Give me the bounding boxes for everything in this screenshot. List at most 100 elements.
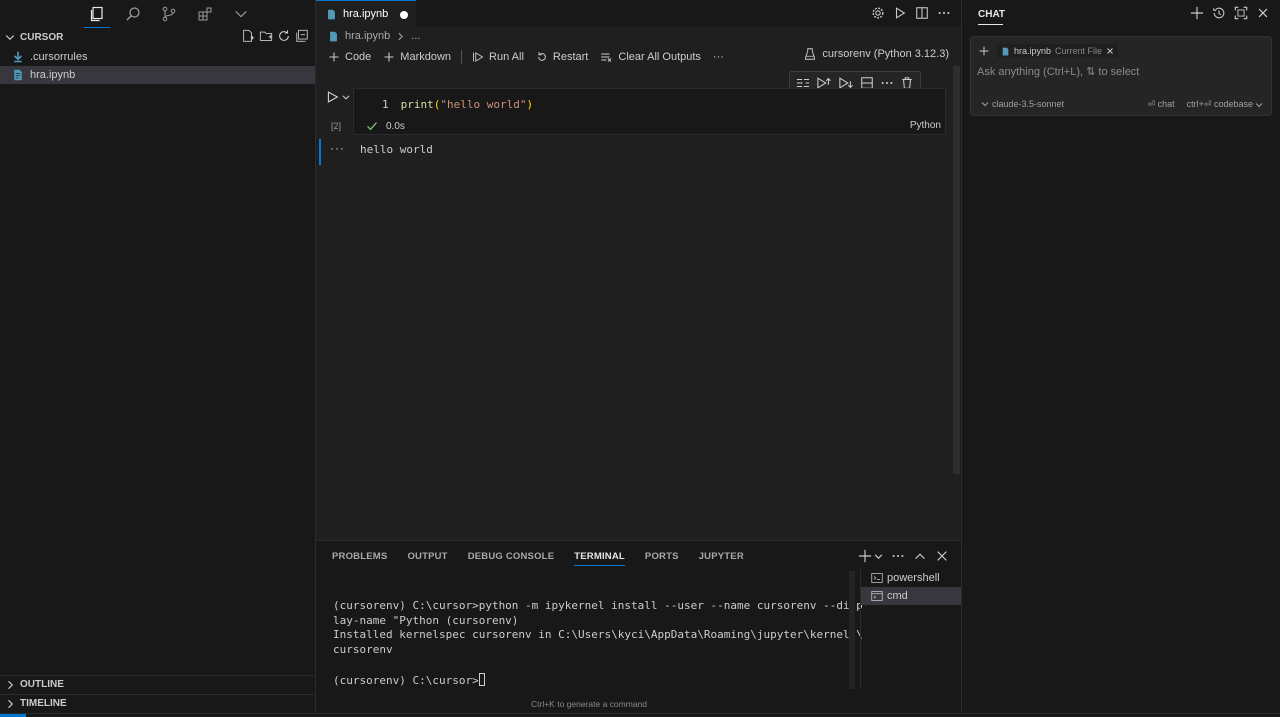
add-markdown-cell-button[interactable]: Markdown — [379, 47, 455, 67]
model-selector[interactable]: claude-3.5-sonnet — [981, 99, 1064, 109]
clear-outputs-label: Clear All Outputs — [618, 51, 701, 63]
editor-area: hra.ipynb hra.ipynb ... Code Markdown Ru… — [316, 0, 961, 540]
unsaved-dot-icon[interactable] — [400, 11, 408, 19]
restart-button[interactable]: Restart — [532, 47, 592, 67]
markdown-label: Markdown — [400, 51, 452, 63]
editor-tab-bar: hra.ipynb — [316, 0, 961, 27]
code-paren-close: ) — [526, 98, 534, 111]
terminal-line: (cursorenv) C:\cursor>python -m ipykerne… — [333, 599, 863, 612]
restart-label: Restart — [552, 51, 589, 63]
breadcrumb: hra.ipynb ... — [316, 27, 961, 45]
terminal-item-powershell[interactable]: powershell — [861, 569, 961, 587]
file-item-cursorrules[interactable]: .cursorrules — [0, 48, 315, 66]
editor-scrollbar[interactable] — [953, 66, 960, 474]
file-item-hra-ipynb[interactable]: hra.ipynb — [0, 66, 315, 84]
maximize-panel-icon[interactable] — [913, 549, 927, 563]
chevron-down-icon[interactable] — [341, 90, 351, 104]
explorer-tab[interactable] — [84, 0, 110, 28]
clear-all-icon — [601, 53, 612, 62]
terminal-line: Installed kernelspec cursorenv in C:\Use… — [333, 628, 863, 642]
run-all-label: Run All — [489, 51, 524, 63]
file-name: hra.ipynb — [30, 69, 76, 81]
terminal-list: powershell cmd — [860, 569, 961, 689]
search-tab[interactable] — [120, 0, 146, 28]
notebook-toolbar: Code Markdown Run All Restart Clear All … — [316, 45, 961, 69]
editor-tab-hra-ipynb[interactable]: hra.ipynb — [316, 0, 416, 27]
chat-context-row: hra.ipynb Current File — [979, 44, 1119, 58]
cell-run-controls — [326, 90, 351, 104]
clear-all-outputs-button[interactable]: Clear All Outputs — [596, 47, 705, 67]
source-control-icon — [162, 6, 176, 22]
new-terminal-icon[interactable] — [858, 549, 872, 563]
tab-jupyter[interactable]: JUPYTER — [699, 541, 744, 571]
extensions-tab[interactable] — [192, 0, 218, 28]
chat-submit-hint[interactable]: ⏎ chat — [1148, 99, 1175, 110]
outline-section-header[interactable]: OUTLINE — [0, 675, 316, 693]
chat-title[interactable]: CHAT — [978, 9, 1005, 20]
source-control-tab[interactable] — [156, 0, 182, 28]
terminal-output[interactable]: (cursorenv) C:\cursor>python -m ipykerne… — [333, 599, 863, 688]
code-string: "hello world" — [440, 98, 527, 111]
kernel-icon — [805, 48, 816, 60]
more-actions-icon[interactable] — [891, 549, 905, 563]
cell-language[interactable]: Python — [910, 120, 941, 131]
more-views-tab[interactable] — [228, 0, 254, 28]
terminal-icon — [871, 573, 883, 583]
explorer-section-header[interactable]: CURSOR — [0, 28, 315, 46]
download-arrow-icon — [14, 51, 22, 63]
new-file-icon[interactable] — [241, 29, 255, 43]
tab-problems[interactable]: PROBLEMS — [332, 541, 387, 571]
codebase-hint-label: ctrl+⏎ codebase — [1186, 99, 1253, 109]
chevron-right-icon — [8, 699, 14, 708]
more-actions-icon[interactable] — [937, 6, 951, 20]
add-context-icon[interactable] — [979, 46, 989, 56]
collapse-all-icon[interactable] — [295, 29, 309, 43]
add-code-cell-button[interactable]: Code — [324, 47, 375, 67]
timeline-section-header[interactable]: TIMELINE — [0, 694, 316, 712]
tab-debug-console[interactable]: DEBUG CONSOLE — [468, 541, 555, 571]
chat-input-placeholder[interactable]: Ask anything (Ctrl+L), ⇅ to select — [977, 65, 1139, 78]
new-chat-icon[interactable] — [1190, 6, 1204, 20]
close-icon[interactable] — [1106, 47, 1114, 55]
execution-duration: 0.0s — [386, 120, 405, 132]
plus-icon — [384, 52, 394, 62]
chat-header: CHAT — [962, 0, 1280, 28]
codebase-submit-hint[interactable]: ctrl+⏎ codebase — [1187, 99, 1263, 110]
gear-icon[interactable] — [871, 6, 885, 20]
run-all-button[interactable]: Run All — [468, 47, 528, 67]
split-editor-icon[interactable] — [915, 6, 929, 20]
kernel-label: cursorenv (Python 3.12.3) — [822, 48, 949, 60]
run-cell-icon[interactable] — [326, 90, 339, 104]
terminal-scrollbar[interactable] — [849, 571, 855, 689]
cell-status: 0.0s — [366, 120, 405, 132]
model-name: claude-3.5-sonnet — [992, 99, 1065, 109]
terminal-item-cmd[interactable]: cmd — [861, 587, 961, 605]
toolbar-divider — [461, 50, 463, 64]
chevron-down-icon — [5, 35, 15, 41]
kernel-picker[interactable]: cursorenv (Python 3.12.3) — [804, 48, 949, 60]
history-icon[interactable] — [1212, 6, 1226, 20]
tab-ports[interactable]: PORTS — [645, 541, 679, 571]
chat-input-box[interactable]: hra.ipynb Current File Ask anything (Ctr… — [970, 36, 1272, 116]
code-line: 1 print("hello world") — [382, 98, 533, 111]
restart-icon — [538, 52, 546, 61]
chat-panel: CHAT hra.ipynb Current File Ask anything… — [961, 0, 1280, 717]
chevron-down-icon — [981, 102, 989, 107]
terminal-name: cmd — [887, 590, 908, 602]
close-icon[interactable] — [935, 549, 949, 563]
toolbar-more-button[interactable]: ··· — [709, 47, 728, 67]
play-icon[interactable] — [893, 6, 907, 20]
output-actions-button[interactable]: ··· — [330, 141, 345, 155]
code-cell[interactable]: 1 print("hello world") 0.0s Python — [353, 88, 946, 135]
expand-icon[interactable] — [1234, 6, 1248, 20]
tab-terminal[interactable]: TERMINAL — [574, 541, 625, 571]
new-folder-icon[interactable] — [259, 29, 273, 43]
chevron-down-icon[interactable] — [874, 552, 883, 561]
breadcrumb-more[interactable]: ... — [411, 30, 420, 42]
close-icon[interactable] — [1256, 6, 1270, 20]
tab-output[interactable]: OUTPUT — [407, 541, 447, 571]
refresh-icon[interactable] — [277, 29, 291, 43]
breadcrumb-file[interactable]: hra.ipynb — [345, 30, 390, 42]
context-file-pill[interactable]: hra.ipynb Current File — [997, 44, 1119, 58]
